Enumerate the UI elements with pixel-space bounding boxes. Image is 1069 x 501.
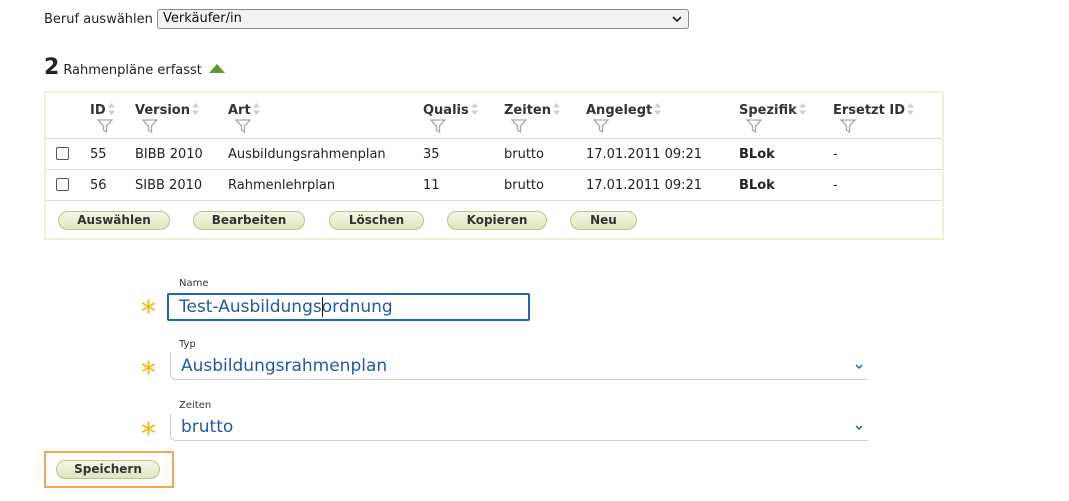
neu-button[interactable]: Neu: [570, 211, 637, 230]
filter-icon[interactable]: [593, 118, 609, 134]
filter-icon[interactable]: [430, 118, 446, 134]
beruf-select[interactable]: Verkäufer/in: [157, 9, 689, 29]
col-header-ersetzt-id[interactable]: Ersetzt ID: [833, 102, 915, 118]
col-header-angelegt[interactable]: Angelegt: [586, 102, 662, 118]
sort-icon[interactable]: [470, 102, 479, 116]
cell-ersetzt-id: -: [833, 147, 838, 162]
speichern-button[interactable]: Speichern: [56, 460, 160, 479]
filter-icon[interactable]: [235, 118, 251, 134]
table-row[interactable]: 55 BIBB 2010 Ausbildungsrahmenplan 35 br…: [46, 139, 942, 169]
sort-icon[interactable]: [191, 102, 200, 116]
auswaehlen-button[interactable]: Auswählen: [58, 211, 170, 230]
col-header-zeiten[interactable]: Zeiten: [504, 102, 561, 118]
chevron-down-icon: [854, 353, 864, 388]
filter-icon[interactable]: [840, 118, 856, 134]
required-asterisk-icon: *: [141, 295, 156, 330]
cell-angelegt: 17.01.2011 09:21: [586, 147, 703, 162]
table-row[interactable]: 56 SIBB 2010 Rahmenlehrplan 11 brutto 17…: [46, 170, 942, 200]
required-asterisk-icon: *: [141, 356, 156, 391]
chevron-down-icon: [672, 10, 682, 34]
sort-icon[interactable]: [653, 102, 662, 116]
beruf-select-value: Verkäufer/in: [163, 11, 242, 26]
cell-art: Ausbildungsrahmenplan: [228, 147, 386, 162]
col-header-art[interactable]: Art: [228, 102, 261, 118]
kopieren-button[interactable]: Kopieren: [447, 211, 547, 230]
filter-icon[interactable]: [746, 118, 762, 134]
row-checkbox[interactable]: [56, 178, 69, 191]
sort-icon[interactable]: [107, 102, 116, 116]
filter-icon[interactable]: [511, 118, 527, 134]
rahmenplan-table: ID Version Art Qualis Zeiten Angelegt Sp…: [44, 91, 944, 240]
filter-icon[interactable]: [142, 118, 158, 134]
col-header-version[interactable]: Version: [135, 102, 200, 118]
chevron-down-icon: [854, 414, 864, 449]
plan-count-text: Rahmenpläne erfasst: [63, 63, 202, 78]
cell-id: 56: [90, 178, 107, 193]
plan-count: 2: [44, 55, 60, 80]
col-header-spezifik[interactable]: Spezifik: [739, 102, 807, 118]
cell-zeiten: brutto: [504, 147, 544, 162]
zeiten-select[interactable]: brutto: [170, 414, 868, 441]
typ-select-value: Ausbildungsrahmenplan: [181, 356, 388, 376]
typ-label: Typ: [179, 339, 196, 350]
sort-icon[interactable]: [798, 102, 807, 116]
cell-spezifik: BLok: [739, 147, 775, 162]
typ-select[interactable]: Ausbildungsrahmenplan: [170, 353, 868, 380]
divider: [46, 200, 942, 201]
cell-spezifik: BLok: [739, 178, 775, 193]
cell-qualis: 11: [423, 178, 440, 193]
cell-id: 55: [90, 147, 107, 162]
name-input[interactable]: Test-Ausbildungsordnung: [167, 293, 530, 321]
plan-count-line: 2 Rahmenpläne erfasst: [44, 55, 226, 80]
zeiten-label: Zeiten: [179, 400, 212, 411]
row-checkbox[interactable]: [56, 147, 69, 160]
cell-angelegt: 17.01.2011 09:21: [586, 178, 703, 193]
loeschen-button[interactable]: Löschen: [329, 211, 424, 230]
col-header-id[interactable]: ID: [90, 102, 116, 118]
zeiten-select-value: brutto: [181, 417, 234, 437]
cell-qualis: 35: [423, 147, 440, 162]
bearbeiten-button[interactable]: Bearbeiten: [193, 211, 305, 230]
save-highlight-frame: Speichern: [44, 451, 174, 488]
filter-icon[interactable]: [97, 118, 113, 134]
name-label: Name: [179, 278, 209, 289]
text-caret: [322, 297, 323, 317]
cell-version: BIBB 2010: [135, 147, 203, 162]
required-asterisk-icon: *: [141, 417, 156, 452]
sort-icon[interactable]: [252, 102, 261, 116]
beruf-label: Beruf auswählen: [44, 12, 153, 27]
sort-icon[interactable]: [906, 102, 915, 116]
cell-version: SIBB 2010: [135, 178, 203, 193]
cell-zeiten: brutto: [504, 178, 544, 193]
sort-icon[interactable]: [552, 102, 561, 116]
collapse-up-arrow-icon[interactable]: [208, 59, 226, 73]
col-header-qualis[interactable]: Qualis: [423, 102, 479, 118]
cell-art: Rahmenlehrplan: [228, 178, 336, 193]
cell-ersetzt-id: -: [833, 178, 838, 193]
